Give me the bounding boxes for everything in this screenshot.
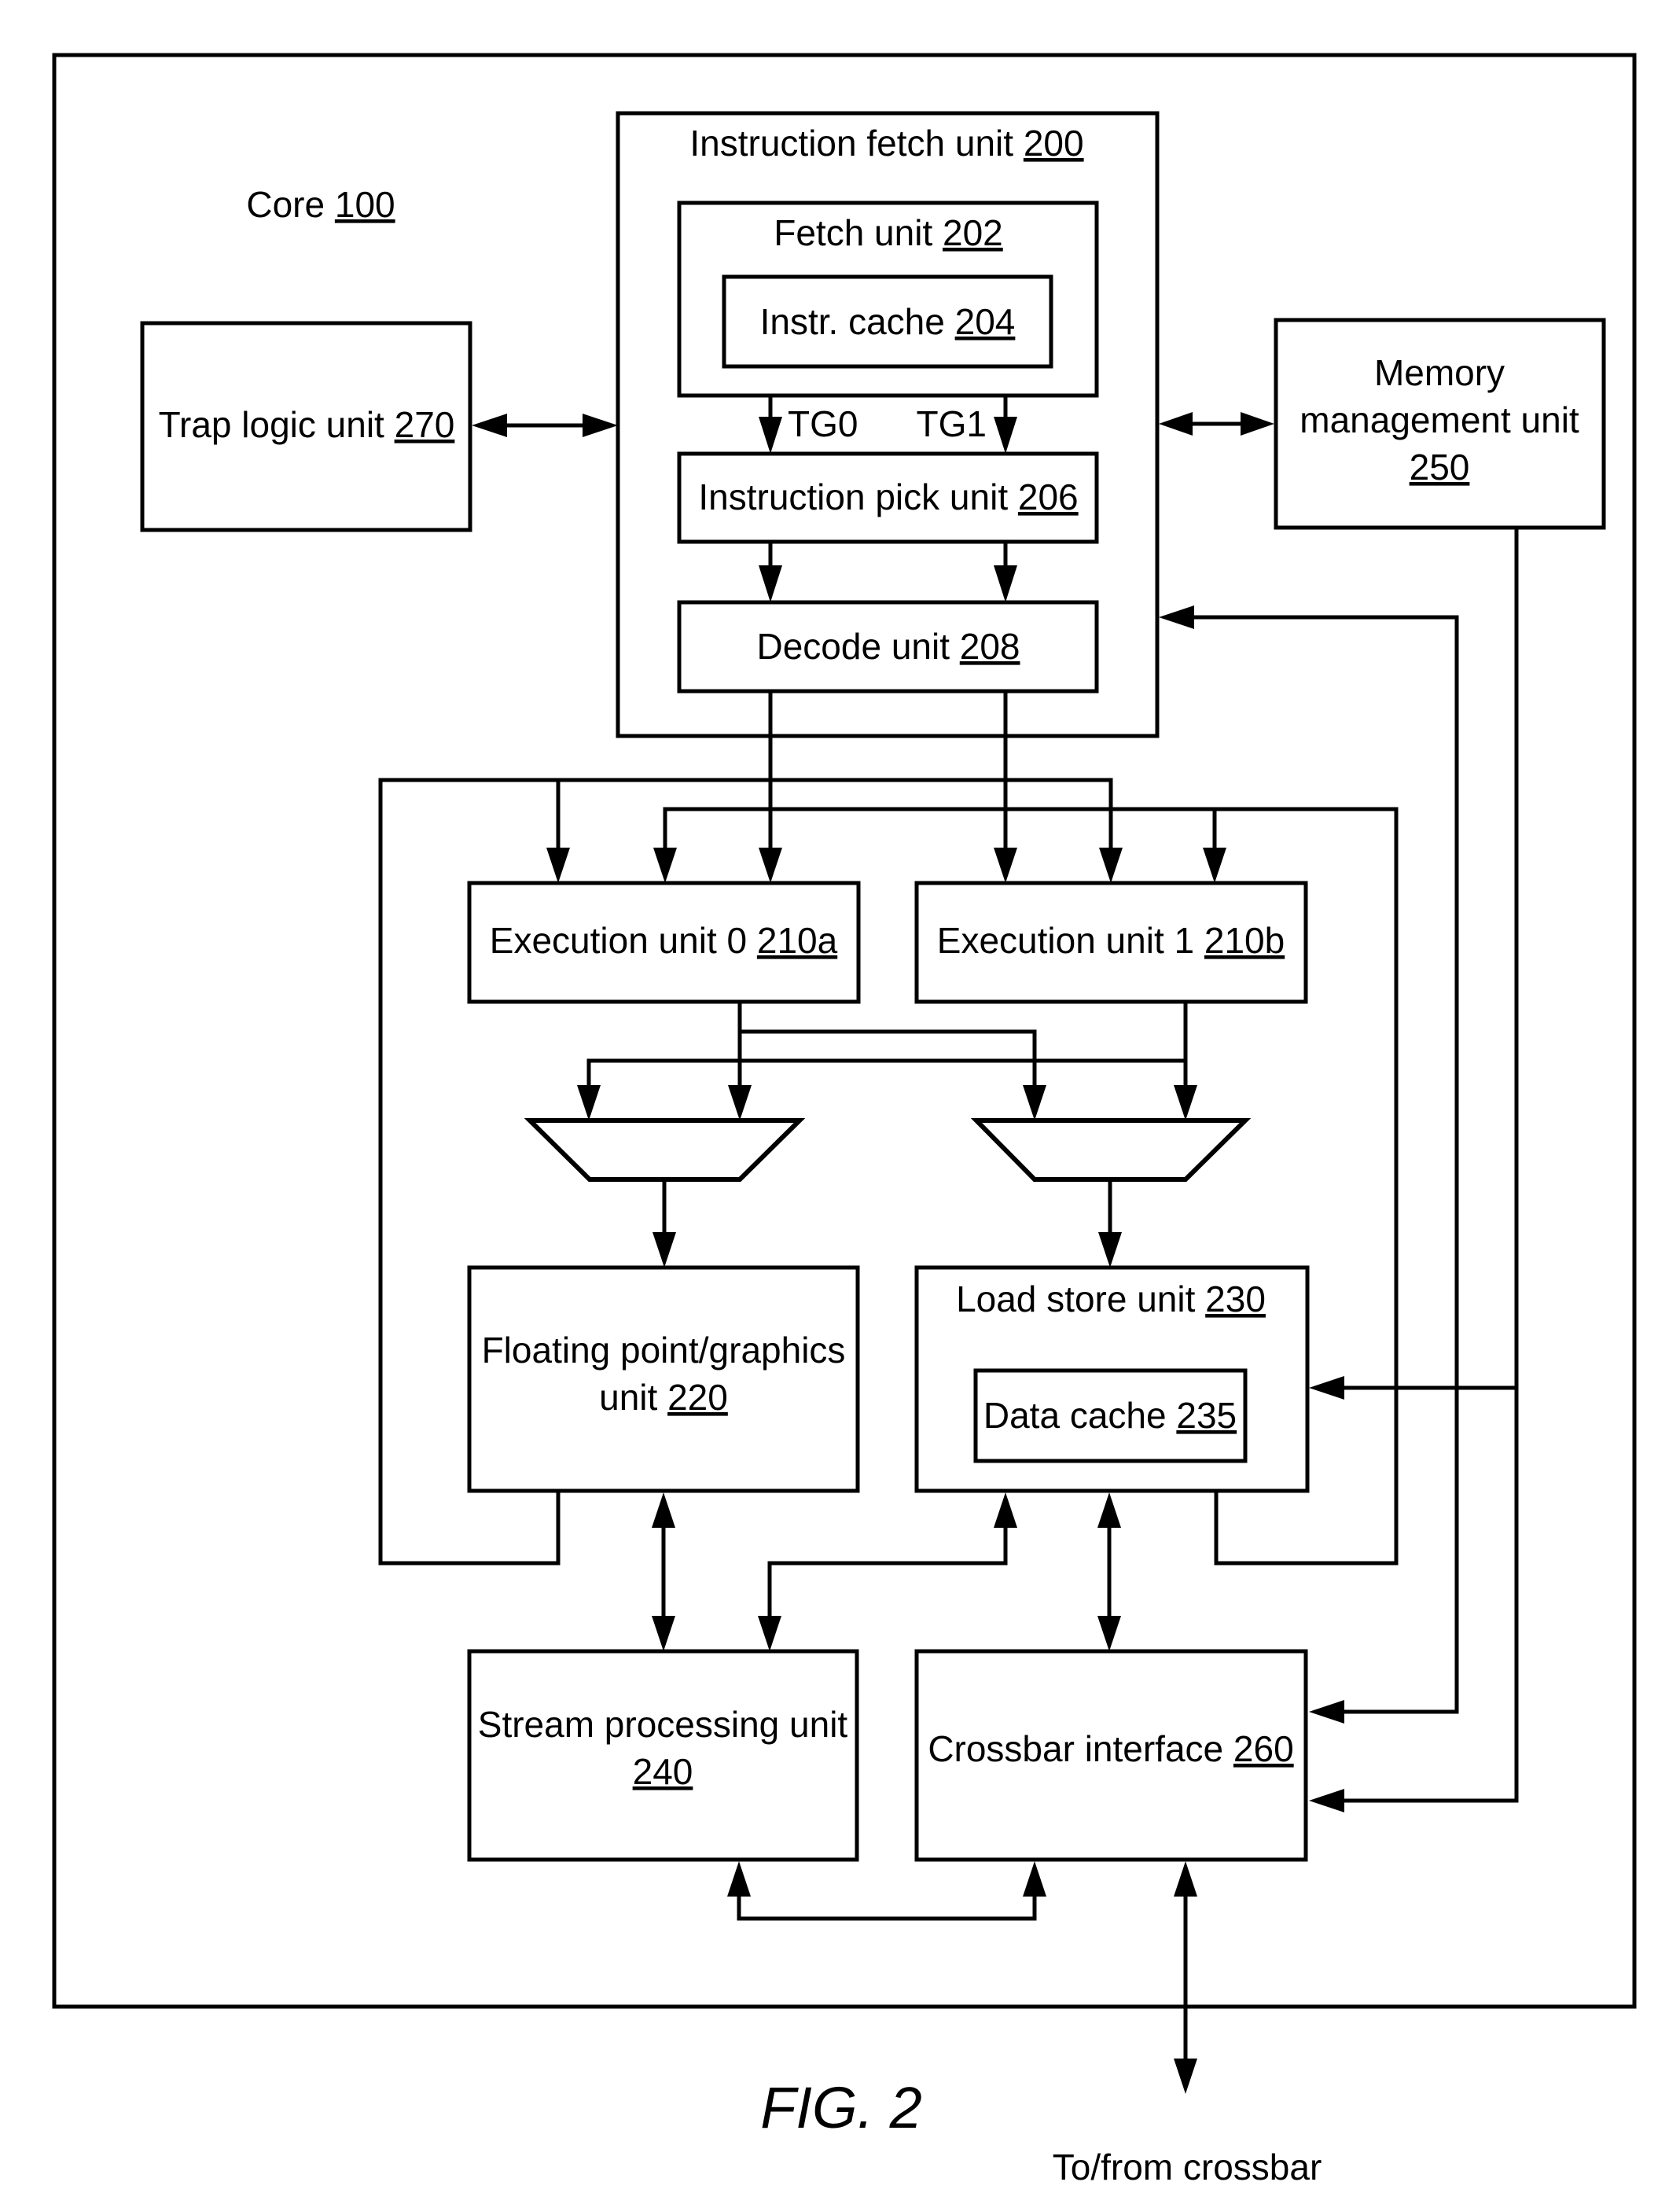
eu1-label: Execution unit 1 210b xyxy=(937,920,1285,961)
mmu-label-line2: management unit xyxy=(1300,399,1579,440)
fgu-label-line2: unit 220 xyxy=(599,1377,728,1418)
tg0-label: TG0 xyxy=(788,403,858,444)
icache-label: Instr. cache 204 xyxy=(760,301,1016,342)
fetch-unit-label: Fetch unit 202 xyxy=(774,212,1003,253)
fgu-label-line1: Floating point/graphics xyxy=(482,1330,846,1371)
core-block-diagram: Core 100 Instruction fetch unit 200 Fetc… xyxy=(52,53,1637,2187)
spu-label-line1: Stream processing unit xyxy=(478,1704,848,1745)
decode-unit-label: Decode unit 208 xyxy=(756,626,1020,667)
crossbar-external-label: To/from crossbar xyxy=(1053,2147,1322,2187)
ifu-label: Instruction fetch unit 200 xyxy=(689,123,1083,164)
figure-caption: FIG. 2 xyxy=(760,2075,922,2140)
tg1-label: TG1 xyxy=(917,403,987,444)
mmu-label-line1: Memory xyxy=(1374,352,1505,393)
spu-ref: 240 xyxy=(633,1751,693,1792)
pick-unit-label: Instruction pick unit 206 xyxy=(698,476,1078,517)
xbi-label: Crossbar interface 260 xyxy=(928,1728,1293,1769)
core-label: Core 100 xyxy=(246,184,395,225)
tlu-label: Trap logic unit 270 xyxy=(159,404,455,445)
dcache-label: Data cache 235 xyxy=(983,1395,1237,1436)
arrowhead-icon xyxy=(1174,2059,1197,2094)
lsu-label: Load store unit 230 xyxy=(956,1279,1266,1319)
mmu-ref: 250 xyxy=(1410,447,1470,488)
eu0-label: Execution unit 0 210a xyxy=(490,920,838,961)
